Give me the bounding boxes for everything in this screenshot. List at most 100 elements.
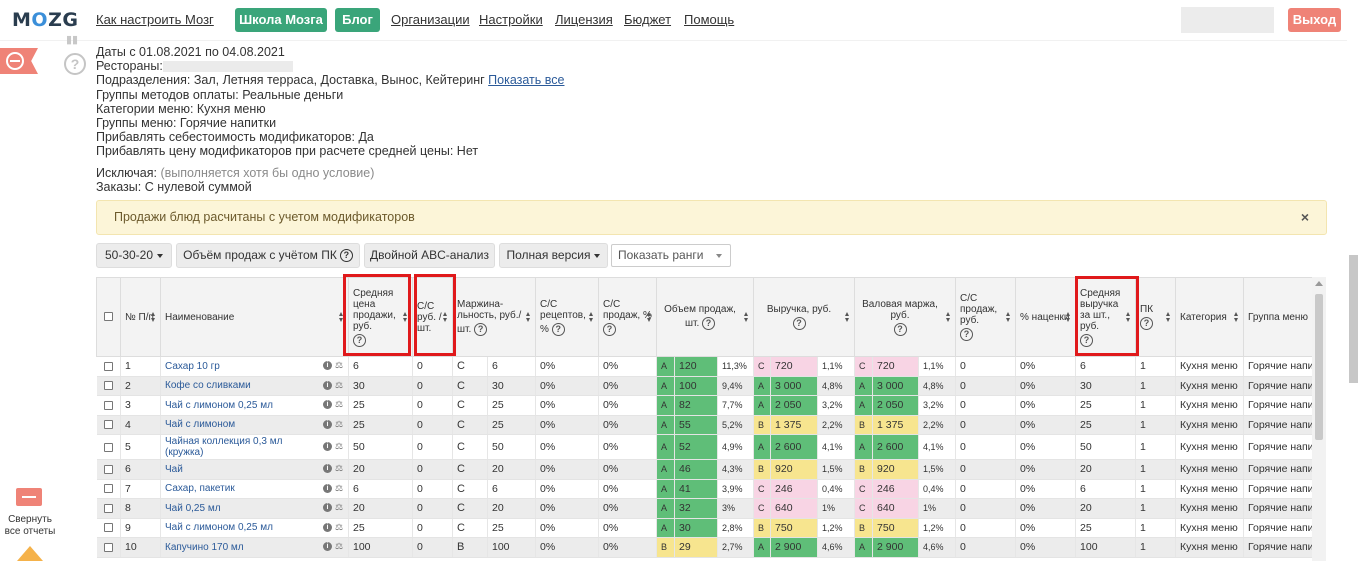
help-icon[interactable]: ? bbox=[792, 317, 806, 330]
nav-settings[interactable]: Настройки bbox=[479, 8, 543, 32]
sort-icon[interactable] bbox=[744, 312, 749, 322]
info-icon[interactable]: i bbox=[323, 419, 332, 429]
col-gross-margin[interactable]: Валовая маржа, руб.? bbox=[854, 277, 957, 357]
dish-name-link[interactable]: Чай 0,25 мл bbox=[165, 503, 221, 514]
row-checkbox[interactable] bbox=[103, 361, 113, 371]
col-margin[interactable]: Маржина- льность, руб./шт. ? bbox=[451, 277, 537, 357]
info-icon[interactable]: i bbox=[323, 464, 332, 474]
table-row[interactable]: 10 Капучино 170 мл i ⚖ 100 0 B 100 0% 0% B 29 2,7% A 2… bbox=[96, 537, 1314, 558]
dish-name-link[interactable]: Капучино 170 мл bbox=[165, 542, 244, 553]
recipe-icon[interactable]: ⚖ bbox=[335, 441, 344, 451]
dish-name-link[interactable]: Чай bbox=[165, 464, 183, 475]
sort-icon[interactable] bbox=[403, 312, 408, 322]
col-cost[interactable]: С/С руб. /шт. bbox=[412, 277, 453, 357]
logout-button[interactable]: Выход bbox=[1288, 8, 1341, 32]
full-version-dropdown[interactable]: Полная версия bbox=[499, 243, 608, 268]
help-icon[interactable]: ? bbox=[1080, 333, 1094, 347]
sort-icon[interactable] bbox=[589, 312, 594, 322]
row-checkbox[interactable] bbox=[103, 420, 113, 430]
sort-icon[interactable] bbox=[1126, 312, 1131, 322]
scroll-up-arrow-icon[interactable] bbox=[17, 546, 43, 561]
info-icon[interactable]: i bbox=[323, 542, 332, 552]
dish-name[interactable]: Чай i ⚖ bbox=[160, 459, 349, 480]
nav-organizations[interactable]: Организации bbox=[391, 8, 470, 32]
info-icon[interactable]: i bbox=[323, 361, 332, 371]
dish-name[interactable]: Капучино 170 мл i ⚖ bbox=[160, 537, 349, 558]
table-row[interactable]: 7 Сахар, пакетик i ⚖ 6 0 C 6 0% 0% A 41 3,9% C 246 0,4%… bbox=[96, 479, 1314, 499]
nav-license[interactable]: Лицензия bbox=[555, 8, 613, 32]
sort-icon[interactable] bbox=[443, 312, 448, 322]
sort-icon[interactable] bbox=[647, 312, 652, 322]
scroll-up-icon[interactable] bbox=[1315, 281, 1323, 286]
recipe-icon[interactable]: ⚖ bbox=[335, 380, 344, 390]
nav-help[interactable]: Помощь bbox=[684, 8, 734, 32]
col-cost-sales[interactable]: С/С продаж, % ? bbox=[598, 277, 658, 357]
help-icon[interactable]: ? bbox=[603, 322, 617, 336]
sort-icon[interactable] bbox=[1166, 312, 1171, 322]
dish-name-link[interactable]: Чайная коллекция 0,3 мл (кружка) bbox=[165, 436, 310, 458]
col-cost-recipe[interactable]: С/С рецептов, % ? bbox=[535, 277, 600, 357]
row-checkbox[interactable] bbox=[103, 381, 113, 391]
dish-name[interactable]: Чай с лимоном i ⚖ bbox=[160, 415, 349, 435]
row-checkbox[interactable] bbox=[103, 523, 113, 533]
recipe-icon[interactable]: ⚖ bbox=[335, 503, 344, 512]
dish-name[interactable]: Чай с лимоном 0,25 мл i ⚖ bbox=[160, 395, 349, 416]
row-checkbox[interactable] bbox=[103, 484, 113, 494]
ratio-dropdown[interactable]: 50-30-20 bbox=[96, 243, 172, 268]
recipe-icon[interactable]: ⚖ bbox=[335, 464, 344, 473]
table-row[interactable]: 9 Чай с лимоном 0,25 мл i ⚖ 25 0 C 25 0% 0% A 30 2,8… bbox=[96, 518, 1314, 538]
recipe-icon[interactable]: ⚖ bbox=[335, 483, 344, 493]
select-all-checkbox[interactable] bbox=[104, 312, 113, 322]
info-icon[interactable]: i bbox=[323, 503, 332, 513]
sort-icon[interactable] bbox=[845, 312, 850, 322]
info-icon[interactable]: i bbox=[323, 380, 332, 390]
row-checkbox[interactable] bbox=[103, 503, 113, 513]
table-row[interactable]: 1 Сахар 10 гр i ⚖ 6 0 C 6 0% 0% A 120 11,3% C 720 1,1% C… bbox=[96, 356, 1314, 377]
sort-icon[interactable] bbox=[339, 312, 344, 322]
double-abc-button[interactable]: Двойной ABC-анализ bbox=[364, 243, 495, 268]
col-markup[interactable]: % наценки bbox=[1015, 277, 1077, 357]
mozg-logo[interactable]: M O ZG bbox=[12, 6, 78, 34]
side-panel-tab[interactable] bbox=[0, 48, 38, 74]
dish-name-link[interactable]: Чай с лимоном 0,25 мл bbox=[165, 400, 273, 411]
recipe-icon[interactable]: ⚖ bbox=[335, 400, 344, 409]
dish-name-link[interactable]: Кофе со сливками bbox=[165, 380, 251, 391]
sort-icon[interactable] bbox=[946, 312, 951, 322]
col-volume[interactable]: Объем продаж, шт. ? bbox=[656, 277, 755, 357]
help-icon[interactable]: ? bbox=[64, 53, 86, 75]
info-icon[interactable]: i bbox=[323, 483, 332, 493]
recipe-icon[interactable]: ⚖ bbox=[335, 419, 344, 429]
help-icon[interactable]: ? bbox=[893, 322, 907, 336]
nav-budget[interactable]: Бюджет bbox=[624, 8, 671, 32]
help-icon[interactable]: ? bbox=[1140, 317, 1154, 330]
info-icon[interactable]: i bbox=[323, 400, 332, 410]
table-row[interactable]: 3 Чай с лимоном 0,25 мл i ⚖ 25 0 C 25 0% 0% A 82 7,7… bbox=[96, 395, 1314, 416]
sort-icon[interactable] bbox=[151, 312, 156, 322]
dish-name[interactable]: Кофе со сливками i ⚖ bbox=[160, 376, 349, 396]
table-row[interactable]: 8 Чай 0,25 мл i ⚖ 20 0 C 20 0% 0% A 32 3% C 640 1% C 640 1… bbox=[96, 498, 1314, 519]
close-icon[interactable]: × bbox=[1301, 201, 1309, 234]
table-scrollbar[interactable] bbox=[1312, 277, 1326, 561]
sort-icon[interactable] bbox=[1234, 312, 1239, 322]
row-checkbox[interactable] bbox=[103, 464, 113, 474]
help-icon[interactable]: ? bbox=[339, 249, 353, 263]
dish-name-link[interactable]: Сахар 10 гр bbox=[165, 361, 220, 372]
col-menu-group[interactable]: Группа меню bbox=[1243, 277, 1314, 357]
col-avg-revenue[interactable]: Средняя выручка за шт., руб.? bbox=[1075, 277, 1137, 357]
col-cost-sales-rub[interactable]: С/С продаж, руб.? bbox=[955, 277, 1017, 357]
show-all-link[interactable]: Показать все bbox=[488, 73, 564, 87]
col-name[interactable]: Наименование bbox=[160, 277, 349, 357]
row-checkbox[interactable] bbox=[103, 442, 113, 452]
col-avg-price[interactable]: Средняя цена продажи, руб.? bbox=[348, 277, 413, 357]
table-row[interactable]: 4 Чай с лимоном i ⚖ 25 0 C 25 0% 0% A 55 5,2% B 1 375 2… bbox=[96, 415, 1314, 435]
row-checkbox[interactable] bbox=[103, 400, 113, 410]
col-category[interactable]: Категория bbox=[1175, 277, 1245, 357]
table-row[interactable]: 5 Чайная коллекция 0,3 мл (кружка) i ⚖ 50 0 C 5… bbox=[96, 434, 1314, 460]
help-icon[interactable]: ? bbox=[353, 333, 366, 347]
dish-name-link[interactable]: Чай с лимоном 0,25 мл bbox=[165, 522, 273, 533]
help-icon[interactable]: ? bbox=[702, 317, 716, 330]
dish-name[interactable]: Сахар, пакетик i ⚖ bbox=[160, 479, 349, 499]
nav-school-button[interactable]: Школа Мозга bbox=[235, 8, 327, 32]
info-icon[interactable]: i bbox=[323, 441, 332, 451]
nav-how-to-setup[interactable]: Как настроить Мозг bbox=[96, 8, 214, 32]
